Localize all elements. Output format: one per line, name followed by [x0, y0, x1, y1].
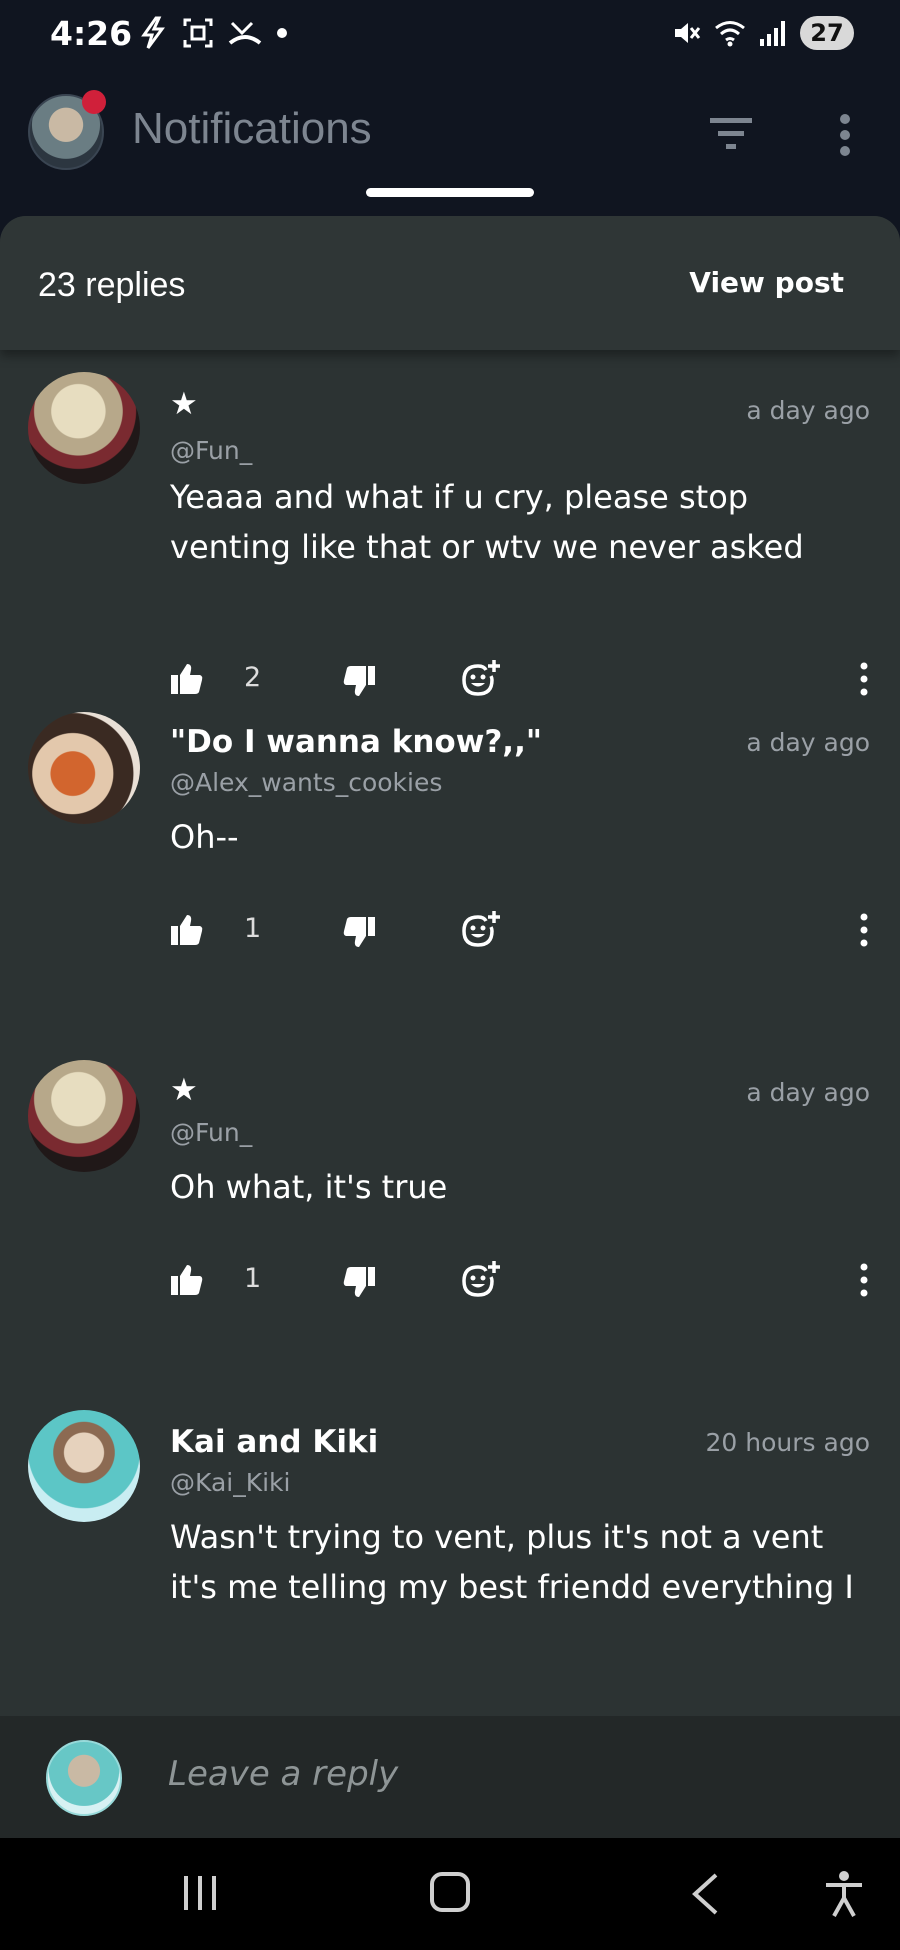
like-count: 1 [244, 913, 262, 944]
commenter-name[interactable]: Kai and Kiki [170, 1424, 378, 1460]
flash-icon [141, 16, 165, 49]
commenter-avatar[interactable] [28, 1060, 140, 1172]
commenter-handle[interactable]: @Alex_wants_cookies [170, 768, 442, 797]
recents-icon[interactable] [180, 1874, 220, 1912]
add-reaction-icon[interactable] [460, 658, 500, 698]
status-icons-right: 27 [672, 16, 854, 50]
signal-icon [760, 21, 785, 46]
system-nav-bar [0, 1838, 900, 1950]
commenter-avatar[interactable] [28, 1410, 140, 1522]
comment-more-icon[interactable] [858, 1263, 870, 1297]
thumbs-up-icon[interactable] [170, 662, 204, 696]
commenter-handle[interactable]: @Fun_ [170, 1118, 252, 1147]
commenter-avatar[interactable] [28, 712, 140, 824]
notification-dot [82, 90, 106, 114]
battery-icon: 27 [800, 16, 854, 50]
commenter-name[interactable]: ★ [170, 386, 198, 422]
status-time: 4:26 [50, 14, 133, 53]
commenter-name[interactable]: ★ [170, 1072, 198, 1108]
replies-sheet: 23 replies View post ★ @Fun_ a day ago Y… [0, 216, 900, 1716]
commenter-handle[interactable]: @Fun_ [170, 436, 252, 465]
comment-actions: 2 [170, 660, 870, 706]
add-reaction-icon[interactable] [460, 1259, 500, 1299]
add-reaction-icon[interactable] [460, 909, 500, 949]
comment-text: Wasn't trying to vent, plus it's not a v… [170, 1518, 854, 1606]
missed-call-icon [228, 21, 262, 45]
comment-actions: 1 [170, 911, 870, 957]
comment-item: Kai and Kiki @Kai_Kiki 20 hours ago Wasn… [0, 1410, 900, 1710]
comment-item: "Do I wanna know?,," @Alex_wants_cookies… [0, 710, 900, 1060]
sheet-drag-handle[interactable] [366, 188, 534, 197]
app-header: Notifications [0, 72, 900, 214]
more-vert-icon[interactable] [830, 112, 860, 158]
page-title: Notifications [132, 104, 372, 153]
comment-time: a day ago [746, 728, 870, 757]
thumbs-down-icon[interactable] [342, 1265, 376, 1299]
thumbs-down-icon[interactable] [342, 664, 376, 698]
commenter-avatar[interactable] [28, 372, 140, 484]
filter-icon[interactable] [706, 114, 756, 154]
back-icon[interactable] [690, 1872, 720, 1916]
my-avatar [46, 1740, 122, 1816]
like-count: 1 [244, 1263, 262, 1294]
replies-count: 23 replies [38, 266, 186, 304]
comment-text: Oh-- [170, 818, 239, 856]
accessibility-icon[interactable] [824, 1870, 864, 1918]
like-count: 2 [244, 662, 262, 693]
thumbs-up-icon[interactable] [170, 913, 204, 947]
reply-bar: Leave a reply [0, 1716, 900, 1838]
comment-time: a day ago [746, 1078, 870, 1107]
commenter-handle[interactable]: @Kai_Kiki [170, 1468, 290, 1497]
home-icon[interactable] [430, 1872, 470, 1912]
thumbs-up-icon[interactable] [170, 1263, 204, 1297]
thumbs-down-icon[interactable] [342, 915, 376, 949]
status-bar: 4:26 27 [0, 0, 900, 72]
comment-more-icon[interactable] [858, 913, 870, 947]
comment-actions: 1 [170, 1261, 870, 1307]
comment-item: ★ @Fun_ a day ago Oh what, it's true 1 [0, 1060, 900, 1410]
comment-text: Oh what, it's true [170, 1168, 448, 1206]
status-icons-left [138, 16, 288, 50]
dot-icon [277, 28, 287, 38]
comment-time: a day ago [746, 396, 870, 425]
wifi-icon [715, 21, 745, 47]
reply-input[interactable]: Leave a reply [168, 1754, 398, 1794]
comment-time: 20 hours ago [705, 1428, 870, 1457]
view-post-button[interactable]: View post [689, 266, 844, 299]
comments-list: ★ @Fun_ a day ago Yeaaa and what if u cr… [0, 350, 900, 1710]
screenshot-icon [183, 18, 213, 48]
mute-icon [675, 23, 701, 43]
comment-item: ★ @Fun_ a day ago Yeaaa and what if u cr… [0, 350, 900, 710]
commenter-name[interactable]: "Do I wanna know?,," [170, 724, 542, 760]
comment-text: Yeaaa and what if u cry, please stop ven… [170, 478, 804, 566]
comment-more-icon[interactable] [858, 662, 870, 696]
replies-header: 23 replies View post [0, 216, 900, 350]
